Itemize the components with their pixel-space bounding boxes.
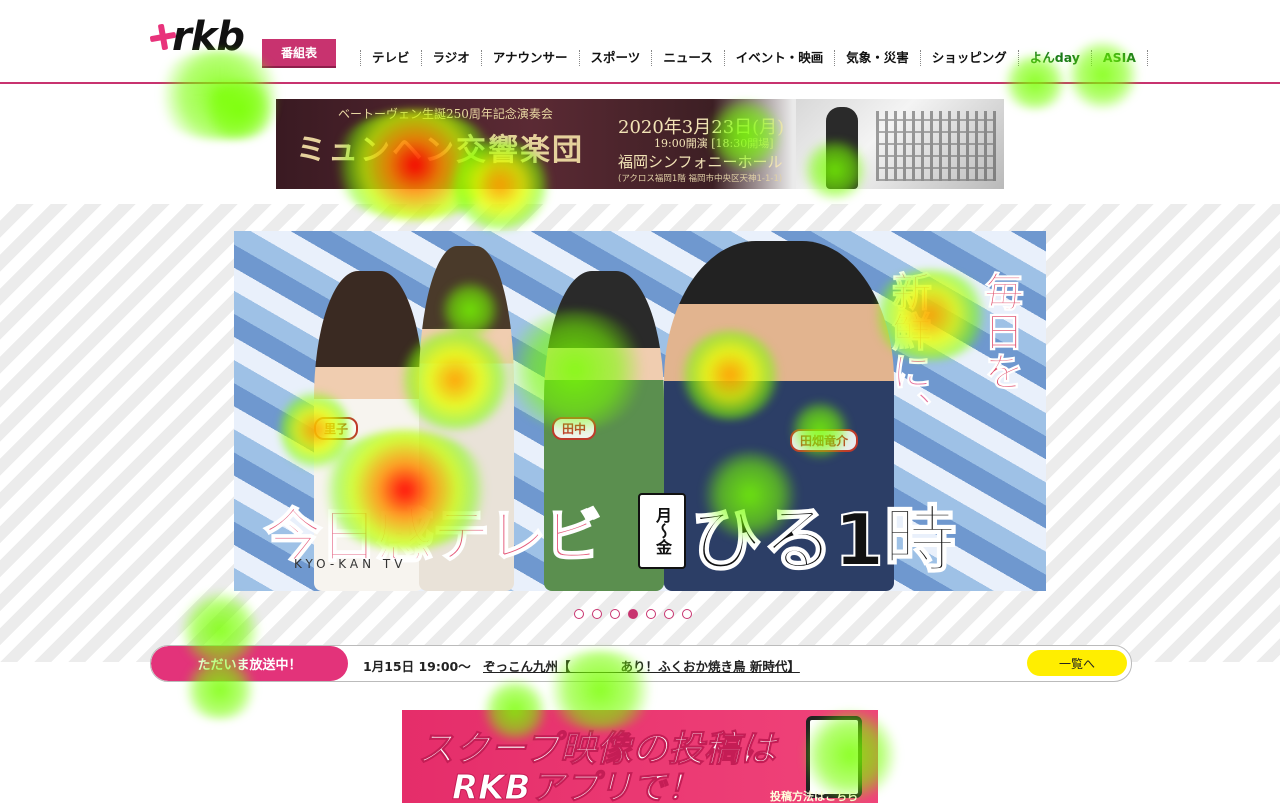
- hero-catchphrase: 毎日を: [977, 271, 1024, 392]
- slider-dot[interactable]: [646, 609, 656, 619]
- hero-slide[interactable]: 里子 田中 田畑竜介 毎日を 新鮮に、 今日感テレビ KYO-KAN TV 月〜…: [234, 231, 1046, 591]
- program-logo-sub: KYO-KAN TV: [294, 557, 407, 571]
- soloist-figure: [826, 107, 858, 189]
- banner-address: (アクロス福岡1階 福岡市中央区天神1-1-1): [618, 174, 783, 184]
- on-air-label: ただいま放送中！: [151, 646, 348, 681]
- site-header: rkb 番組表 テレビ ラジオ アナウンサー スポーツ ニュース イベント・映画…: [0, 0, 1280, 82]
- nav-item-announcer[interactable]: アナウンサー: [480, 50, 579, 66]
- on-air-program-link[interactable]: ぞっこん九州【 あり！ふくおか焼き鳥 新時代】: [483, 656, 800, 675]
- heatmap-blob: [200, 80, 280, 140]
- slider-dot[interactable]: [682, 609, 692, 619]
- schedule-list-button[interactable]: 一覧へ: [1027, 650, 1127, 676]
- banner-hall: 福岡シンフォニーホール: [618, 153, 783, 171]
- app-promo-banner[interactable]: スクープ映像の投稿は RKBアプリで！ 投稿方法はこちら: [402, 710, 878, 803]
- banner-subtitle: ベートーヴェン生誕250周年記念演奏会: [338, 107, 553, 121]
- nav-item-tv[interactable]: テレビ: [360, 50, 421, 66]
- logo-text: rkb: [172, 14, 245, 60]
- nav-item-shopping[interactable]: ショッピング: [919, 50, 1018, 66]
- presenter-name-tag: 里子: [314, 417, 359, 440]
- nav-item-radio[interactable]: ラジオ: [420, 50, 481, 66]
- nav-item-events[interactable]: イベント・映画: [723, 50, 835, 66]
- rkb-logo[interactable]: rkb: [149, 14, 250, 70]
- orchestra-figure: [876, 111, 996, 181]
- broadcast-time: ひる1時55分: [689, 497, 957, 583]
- presenter-name-tag: 田畑竜介: [790, 429, 859, 452]
- banner-time: 19:00開演 [18:30開場]: [654, 137, 774, 150]
- program-guide-button[interactable]: 番組表: [262, 39, 336, 66]
- orchestra-photo: [796, 99, 1004, 189]
- promo-subheadline: RKBアプリで！: [451, 768, 701, 803]
- nav-item-news[interactable]: ニュース: [651, 50, 723, 66]
- slider-dots: [574, 609, 692, 619]
- promo-link[interactable]: 投稿方法はこちら: [770, 788, 858, 803]
- on-air-time: 1月15日 19:00〜: [363, 659, 471, 674]
- presenter-name-tag: 田中: [552, 417, 597, 440]
- main-nav: テレビ ラジオ アナウンサー スポーツ ニュース イベント・映画 気象・災害 シ…: [360, 48, 1148, 68]
- banner-title: ミュンヘン交響楽団: [296, 133, 584, 168]
- broadcast-days: 月〜金: [638, 493, 686, 569]
- slider-dot-active[interactable]: [628, 609, 638, 619]
- nav-item-weather[interactable]: 気象・災害: [834, 50, 920, 66]
- nav-item-yonday[interactable]: よんday: [1017, 50, 1091, 66]
- on-air-bar: ただいま放送中！ 1月15日 19:00〜 ぞっこん九州【 あり！ふくおか焼き鳥…: [150, 645, 1132, 682]
- slider-dot[interactable]: [610, 609, 620, 619]
- slider-dot[interactable]: [664, 609, 674, 619]
- slider-dot[interactable]: [574, 609, 584, 619]
- nav-item-asia[interactable]: ASIA: [1090, 50, 1148, 66]
- hero-catchphrase: 新鮮に、: [885, 271, 932, 432]
- slider-dot[interactable]: [592, 609, 602, 619]
- nav-item-sports[interactable]: スポーツ: [578, 50, 652, 66]
- concert-banner[interactable]: ベートーヴェン生誕250周年記念演奏会 ミュンヘン交響楽団 2020年3月23日…: [276, 99, 1004, 189]
- header-divider: [0, 82, 1280, 84]
- smartphone-icon: [806, 716, 862, 798]
